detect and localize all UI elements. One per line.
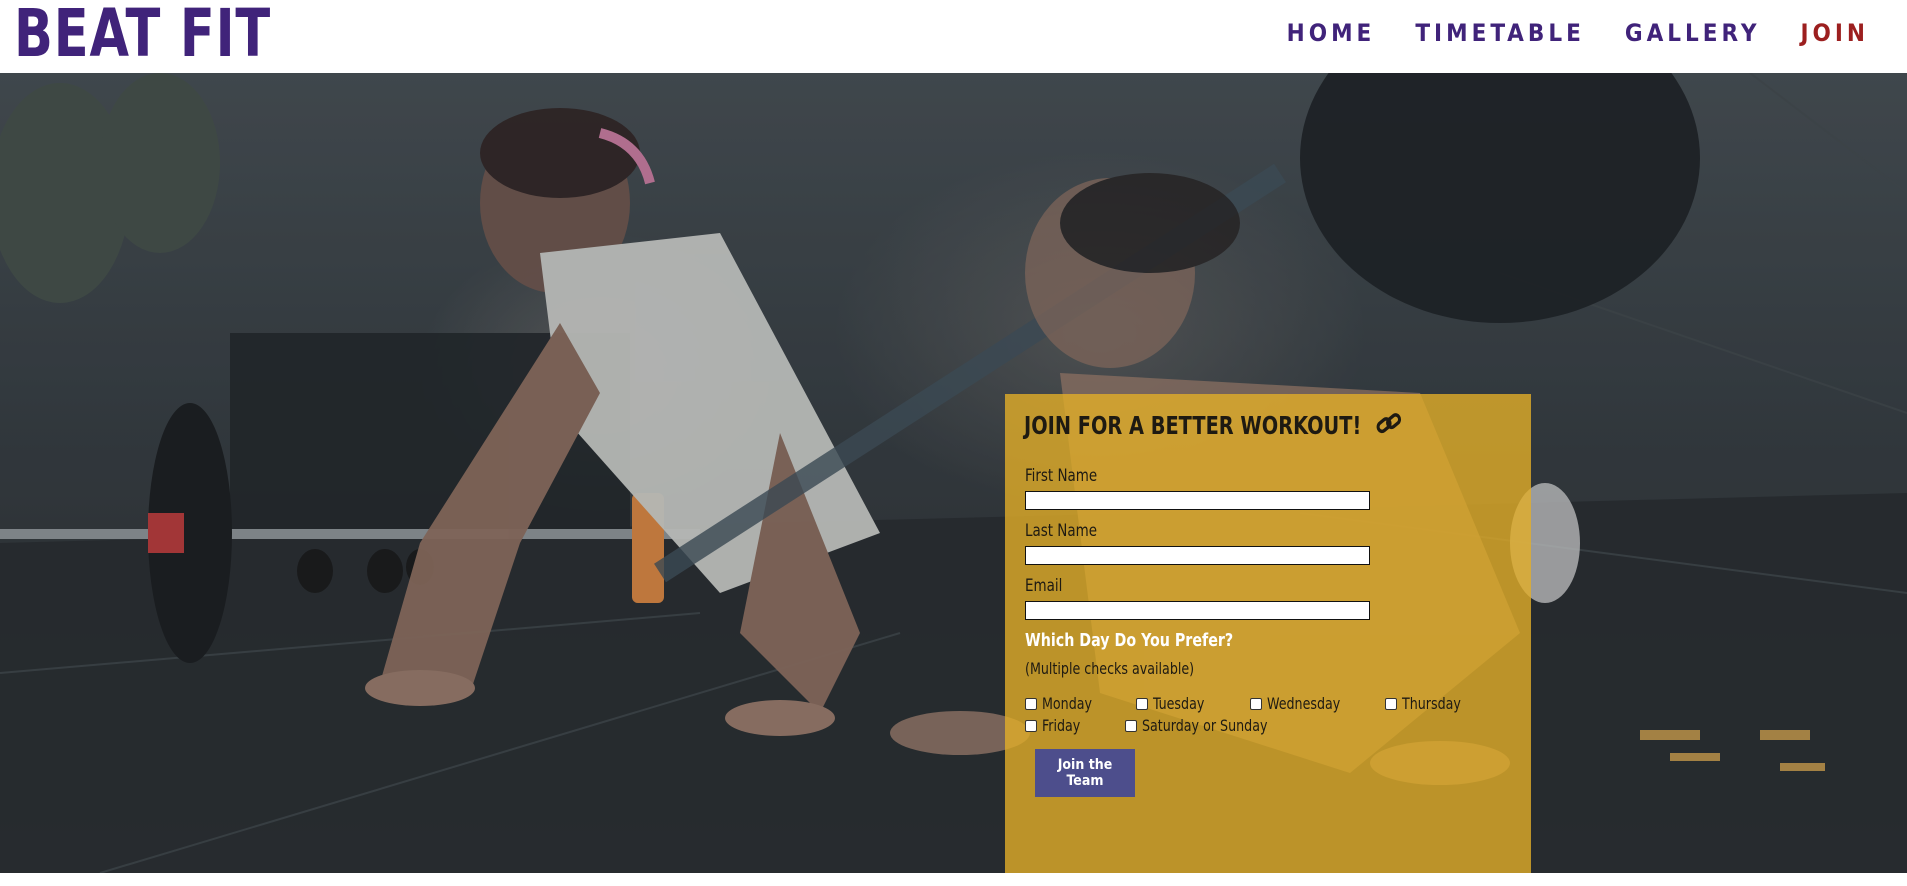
checkbox-monday-box[interactable] xyxy=(1025,697,1037,710)
day-preference-hint: (Multiple checks available) xyxy=(1025,659,1195,678)
hero-background-image xyxy=(0,73,1907,873)
nav-home[interactable]: HOME xyxy=(1287,16,1376,50)
last-name-label: Last Name xyxy=(1025,521,1098,541)
nav-gallery[interactable]: GALLERY xyxy=(1625,16,1761,50)
checkbox-tuesday[interactable]: Tuesday xyxy=(1136,694,1211,713)
first-name-label: First Name xyxy=(1025,466,1098,486)
checkbox-friday[interactable]: Friday xyxy=(1025,716,1086,735)
checkbox-tuesday-box[interactable] xyxy=(1136,697,1148,710)
checkbox-tuesday-label: Tuesday xyxy=(1153,694,1205,713)
join-form-panel: JOIN FOR A BETTER WORKOUT! First Name La… xyxy=(1005,394,1531,873)
checkbox-weekend-label: Saturday or Sunday xyxy=(1142,716,1268,735)
nav-timetable[interactable]: TIMETABLE xyxy=(1415,16,1585,50)
form-title: JOIN FOR A BETTER WORKOUT! xyxy=(1024,411,1402,443)
checkbox-weekend-box[interactable] xyxy=(1125,719,1137,732)
last-name-input[interactable] xyxy=(1025,546,1370,565)
email-label: Email xyxy=(1025,576,1063,596)
checkbox-friday-box[interactable] xyxy=(1025,719,1037,732)
link-icon xyxy=(1375,411,1403,443)
form-title-text: JOIN FOR A BETTER WORKOUT! xyxy=(1024,411,1362,440)
first-name-input[interactable] xyxy=(1025,491,1370,510)
checkbox-wednesday-label: Wednesday xyxy=(1267,694,1341,713)
checkbox-weekend[interactable]: Saturday or Sunday xyxy=(1125,716,1285,735)
checkbox-wednesday[interactable]: Wednesday xyxy=(1250,694,1350,713)
main-nav: HOME TIMETABLE GALLERY JOIN xyxy=(1287,16,1869,50)
site-header: BEAT FIT HOME TIMETABLE GALLERY JOIN xyxy=(0,0,1907,73)
day-preference-question: Which Day Do You Prefer? xyxy=(1025,630,1234,651)
page-bottom-strip xyxy=(0,873,1907,886)
join-the-team-button[interactable]: Join the Team xyxy=(1035,749,1135,797)
nav-join[interactable]: JOIN xyxy=(1801,16,1869,50)
email-input[interactable] xyxy=(1025,601,1370,620)
checkbox-thursday[interactable]: Thursday xyxy=(1385,694,1469,713)
checkbox-thursday-label: Thursday xyxy=(1402,694,1461,713)
checkbox-friday-label: Friday xyxy=(1042,716,1081,735)
checkbox-wednesday-box[interactable] xyxy=(1250,697,1262,710)
hero-photo-illustration xyxy=(0,73,1907,873)
checkbox-monday[interactable]: Monday xyxy=(1025,694,1099,713)
site-logo[interactable]: BEAT FIT xyxy=(14,0,271,74)
checkbox-thursday-box[interactable] xyxy=(1385,697,1397,710)
checkbox-monday-label: Monday xyxy=(1042,694,1093,713)
